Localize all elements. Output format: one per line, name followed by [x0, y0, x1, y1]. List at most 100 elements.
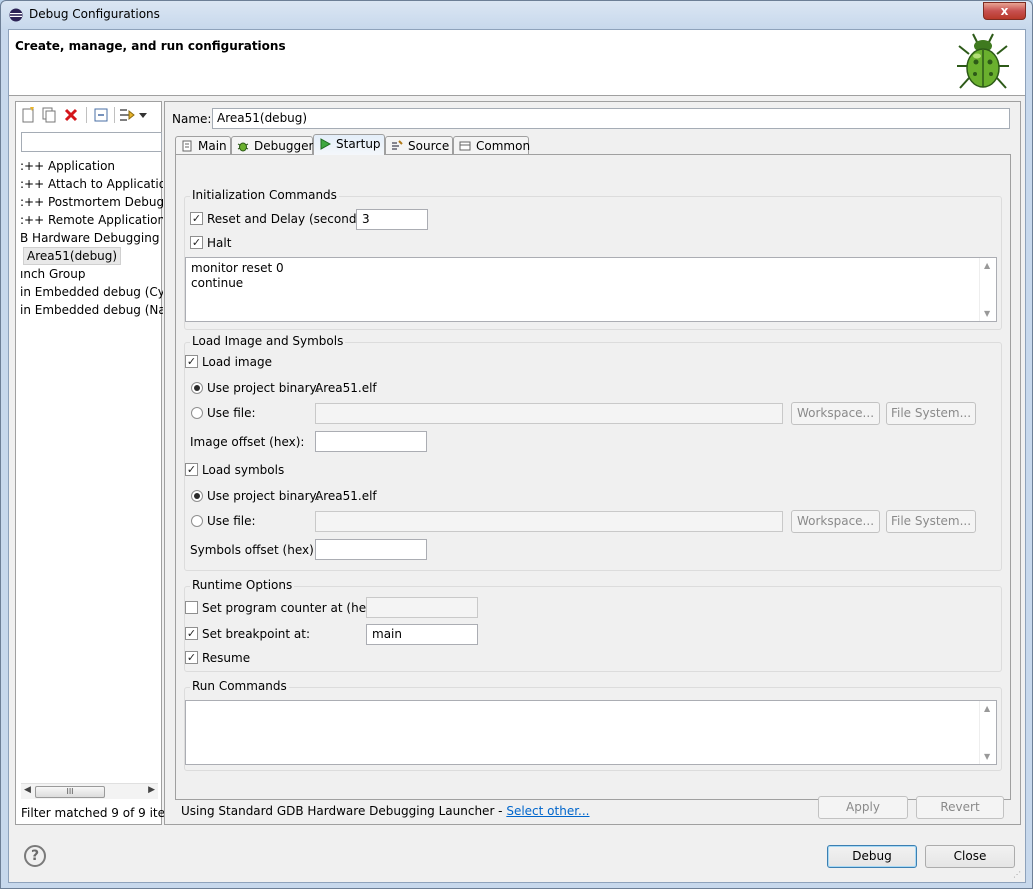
image-filesystem-button[interactable]: File System...: [886, 402, 976, 425]
symbols-workspace-button[interactable]: Workspace...: [791, 510, 880, 533]
title-bar[interactable]: Debug Configurations x: [1, 1, 1032, 29]
tree-item-label: B Hardware Debugging: [20, 231, 160, 245]
scroll-down-icon[interactable]: ▼: [984, 752, 990, 761]
tree-toolbar: [16, 102, 161, 128]
image-file-input[interactable]: [315, 403, 783, 424]
tree-item-cpp-attach[interactable]: :++ Attach to Application: [16, 175, 163, 193]
image-use-file-radio[interactable]: [191, 407, 203, 419]
select-other-link[interactable]: Select other...: [506, 804, 589, 818]
symbols-offset-label: Symbols offset (hex):: [190, 543, 318, 557]
set-pc-checkbox[interactable]: [185, 601, 198, 614]
image-use-file-label: Use file:: [207, 406, 256, 420]
configuration-editor: Name: Area51(debug) Main Debugger Startu…: [164, 101, 1021, 825]
tree-item-label: :++ Attach to Application: [20, 177, 163, 191]
scroll-up-icon[interactable]: ▲: [984, 261, 990, 270]
load-symbols-checkbox[interactable]: ✓: [185, 463, 198, 476]
symbols-offset-input[interactable]: [315, 539, 427, 560]
configuration-tree: ⁠:++ Application :++ Attach to Applicati…: [16, 157, 163, 319]
new-configuration-icon[interactable]: [19, 106, 37, 124]
tree-item-zylin-cygwin[interactable]: in Embedded debug (Cygw: [16, 283, 163, 301]
symbols-use-file-radio[interactable]: [191, 515, 203, 527]
tab-main[interactable]: Main: [175, 136, 231, 155]
dialog-client: Create, manage, and run configurations: [8, 29, 1026, 883]
window-close-button[interactable]: x: [983, 2, 1026, 20]
run-commands-scrollbar[interactable]: ▲ ▼: [979, 701, 996, 764]
group-title: Run Commands: [190, 679, 289, 693]
tree-item-launch-group[interactable]: ınch Group: [16, 265, 163, 283]
tree-item-cpp-postmortem[interactable]: :++ Postmortem Debugge: [16, 193, 163, 211]
apply-button[interactable]: Apply: [818, 796, 908, 819]
symbols-file-input[interactable]: [315, 511, 783, 532]
debug-button[interactable]: Debug: [827, 845, 917, 868]
revert-button[interactable]: Revert: [916, 796, 1004, 819]
bug-icon: [237, 142, 249, 152]
tab-debugger[interactable]: Debugger: [231, 136, 313, 155]
scroll-thumb[interactable]: III: [35, 786, 105, 798]
close-button[interactable]: Close: [925, 845, 1015, 868]
resume-label: Resume: [202, 651, 251, 665]
tree-item-gdb-hardware[interactable]: B Hardware Debugging: [16, 229, 163, 247]
load-image-checkbox[interactable]: ✓: [185, 355, 198, 368]
resume-checkbox[interactable]: ✓: [185, 651, 198, 664]
tree-item-area51-debug[interactable]: Area51(debug): [16, 247, 163, 265]
name-input[interactable]: Area51(debug): [212, 108, 1010, 129]
symbols-project-binary-value: Area51.elf: [315, 489, 377, 503]
common-icon: [459, 141, 471, 151]
dialog-banner: Create, manage, and run configurations: [9, 30, 1025, 96]
filter-input[interactable]: [21, 132, 162, 152]
load-image-symbols-group: Load Image and Symbols ✓ Load image Use …: [184, 334, 1002, 571]
launcher-text: Using Standard GDB Hardware Debugging La…: [181, 804, 507, 818]
scroll-down-icon[interactable]: ▼: [984, 309, 990, 318]
set-pc-input[interactable]: [366, 597, 478, 618]
banner-title: Create, manage, and run configurations: [15, 39, 286, 53]
symbols-use-project-binary-label: Use project binary:: [207, 489, 320, 503]
halt-label: Halt: [207, 236, 232, 250]
reset-delay-input[interactable]: 3: [356, 209, 428, 230]
help-icon[interactable]: ?: [24, 845, 46, 867]
delete-configuration-icon[interactable]: [62, 106, 80, 124]
run-commands-group: Run Commands ▲ ▼: [184, 679, 1002, 771]
name-label: Name:: [172, 112, 212, 126]
tree-item-zylin-native[interactable]: in Embedded debug (Nativ: [16, 301, 163, 319]
tree-item-label: ⁠:++ Application: [20, 159, 116, 173]
image-offset-input[interactable]: [315, 431, 427, 452]
image-use-project-binary-radio[interactable]: [191, 382, 203, 394]
scroll-up-icon[interactable]: ▲: [984, 704, 990, 713]
image-workspace-button[interactable]: Workspace...: [791, 402, 880, 425]
tree-item-cpp-remote[interactable]: :++ Remote Application: [16, 211, 163, 229]
set-breakpoint-input[interactable]: main: [366, 624, 478, 645]
init-commands-scrollbar[interactable]: ▲ ▼: [979, 258, 996, 321]
tab-startup[interactable]: Startup: [313, 134, 385, 155]
debug-configurations-window: Debug Configurations x Create, manage, a…: [0, 0, 1033, 889]
tree-item-label: in Embedded debug (Cygw: [20, 285, 163, 299]
tree-item-label: Area51(debug): [23, 247, 122, 265]
configuration-tree-panel: ⁠:++ Application :++ Attach to Applicati…: [15, 101, 183, 825]
tree-item-cpp-application[interactable]: ⁠:++ Application: [16, 157, 163, 175]
scroll-left-icon[interactable]: ◀: [24, 785, 31, 795]
tab-label: Common: [476, 139, 531, 153]
collapse-all-icon[interactable]: [92, 106, 110, 124]
resize-grip-icon[interactable]: ⋰: [1013, 870, 1023, 880]
set-breakpoint-checkbox[interactable]: ✓: [185, 627, 198, 640]
run-commands-textarea[interactable]: [185, 700, 997, 765]
init-commands-textarea[interactable]: monitor reset 0 continue: [185, 257, 997, 322]
halt-checkbox[interactable]: ✓: [190, 236, 203, 249]
reset-delay-checkbox[interactable]: ✓: [190, 212, 203, 225]
filter-icon[interactable]: [118, 106, 136, 124]
source-icon: [392, 140, 403, 150]
set-pc-label: Set program counter at (hex):: [202, 601, 382, 615]
tab-source[interactable]: Source: [385, 136, 453, 155]
symbols-use-project-binary-radio[interactable]: [191, 490, 203, 502]
duplicate-configuration-icon[interactable]: [40, 106, 58, 124]
tree-item-label: in Embedded debug (Nativ: [20, 303, 163, 317]
tree-horizontal-scrollbar[interactable]: ◀ III ▶: [21, 783, 158, 799]
toolbar-separator: [114, 107, 115, 123]
chevron-down-icon[interactable]: [138, 106, 148, 124]
symbols-use-file-label: Use file:: [207, 514, 256, 528]
scroll-right-icon[interactable]: ▶: [148, 785, 155, 795]
symbols-filesystem-button[interactable]: File System...: [886, 510, 976, 533]
tab-common[interactable]: Common: [453, 136, 531, 155]
eclipse-icon: [9, 8, 23, 22]
tree-item-label: :++ Postmortem Debugge: [20, 195, 163, 209]
document-icon: [182, 140, 192, 152]
